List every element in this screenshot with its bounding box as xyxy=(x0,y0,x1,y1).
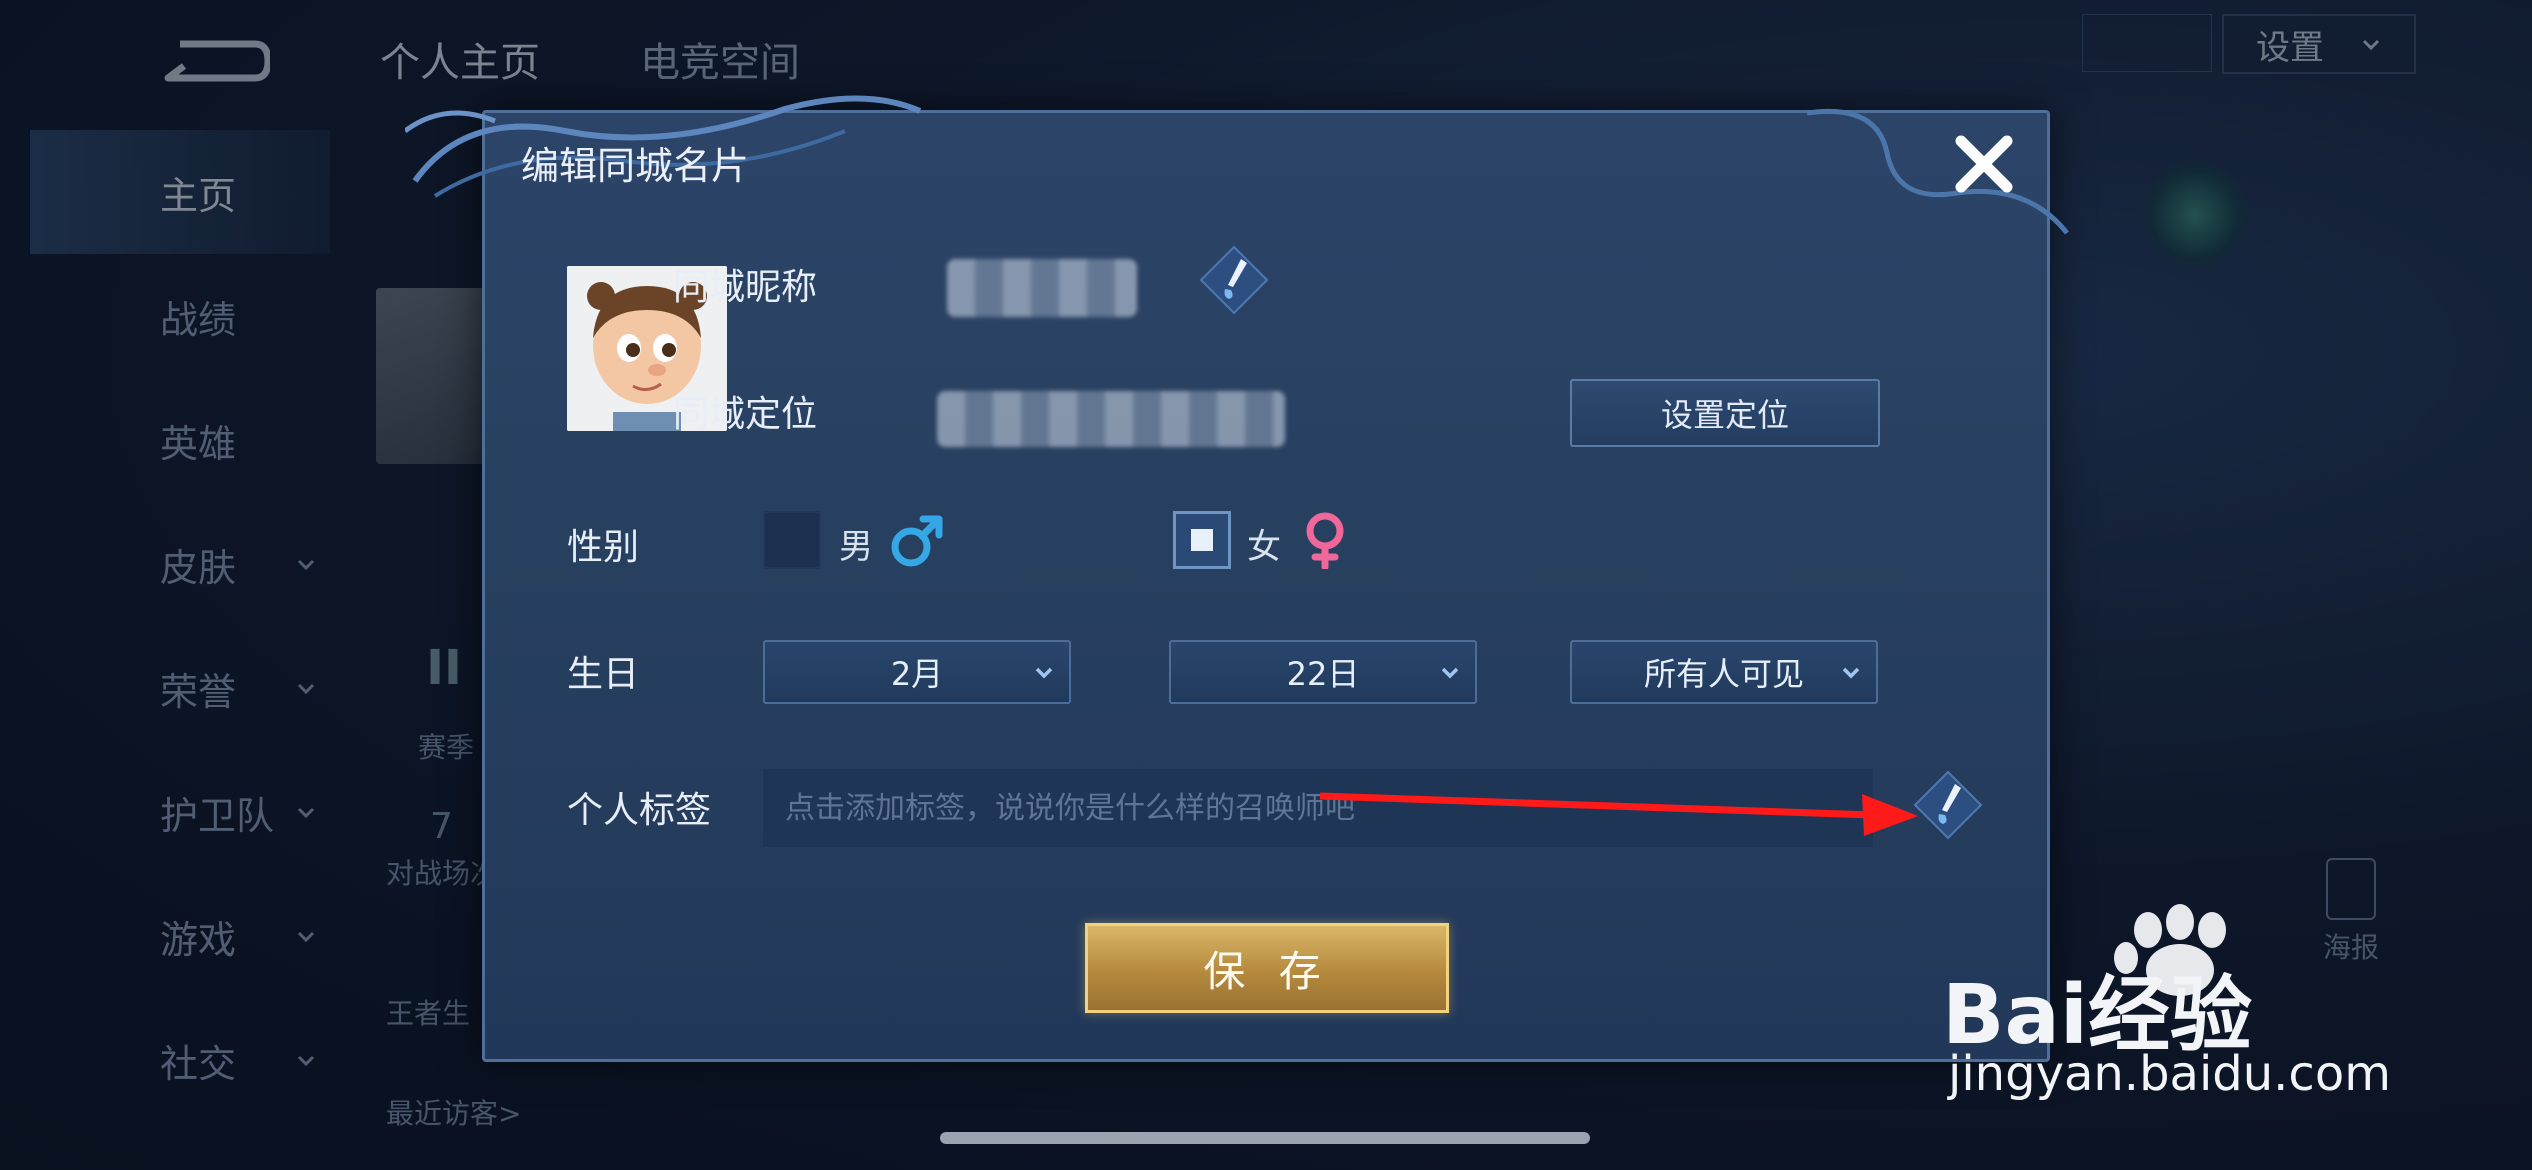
set-location-button[interactable]: 设置定位 xyxy=(1570,379,1880,447)
recent-visitors-link[interactable]: 最近访客> xyxy=(386,1092,521,1132)
sidebar-item-social[interactable]: 社交 xyxy=(0,998,330,1122)
male-symbol-icon xyxy=(891,515,943,567)
sidebar-item-label: 皮肤 xyxy=(160,545,237,590)
back-arrow-icon[interactable] xyxy=(160,36,270,86)
sidebar: 主页 战绩 英雄 皮肤 荣誉 护卫队 游戏 社交 xyxy=(0,130,330,1122)
birthday-label: 生日 xyxy=(567,654,640,695)
swirl-decoration xyxy=(1806,108,2069,235)
chevron-down-icon xyxy=(1441,667,1459,679)
top-tabs: 个人主页 电竞空间 xyxy=(380,30,800,88)
sidebar-item-heroes[interactable]: 英雄 xyxy=(0,378,330,502)
birthday-month-select[interactable]: 2月 xyxy=(763,640,1071,704)
chevron-down-icon xyxy=(297,931,315,943)
season-rank-icon: II xyxy=(426,640,462,696)
chevron-down-icon xyxy=(297,1055,315,1067)
sidebar-item-label: 护卫队 xyxy=(160,793,275,838)
edit-tag-icon[interactable] xyxy=(1913,770,1983,840)
sidebar-item-label: 荣誉 xyxy=(160,669,237,714)
sidebar-item-guard[interactable]: 护卫队 xyxy=(0,750,330,874)
chevron-down-icon xyxy=(297,559,315,571)
chevron-down-icon xyxy=(1035,667,1053,679)
gender-male-checkbox[interactable] xyxy=(763,511,821,569)
sidebar-item-label: 主页 xyxy=(160,173,237,218)
gender-label: 性别 xyxy=(567,527,640,568)
battle-count: 7 xyxy=(430,806,453,847)
sidebar-item-skins[interactable]: 皮肤 xyxy=(0,502,330,626)
sidebar-item-label: 社交 xyxy=(160,1041,237,1086)
sidebar-item-game[interactable]: 游戏 xyxy=(0,874,330,998)
season-label: 赛季 xyxy=(418,731,475,764)
orb-decoration xyxy=(2140,160,2250,270)
sidebar-item-home[interactable]: 主页 xyxy=(30,130,330,254)
gender-female-checkbox[interactable] xyxy=(1173,511,1231,569)
visibility-value: 所有人可见 xyxy=(1643,655,1804,693)
gender-male-label: 男 xyxy=(839,527,873,567)
female-symbol-icon xyxy=(1306,512,1344,569)
edit-nickname-icon[interactable] xyxy=(1199,245,1269,315)
settings-label: 设置 xyxy=(2256,27,2324,68)
chevron-down-icon xyxy=(2362,39,2380,51)
edit-city-card-dialog: 编辑同城名片 同城昵称 同城定位 设置定位 性别 男 女 生日 2月 22日 所… xyxy=(405,95,2069,1062)
sidebar-item-label: 战绩 xyxy=(160,297,237,342)
king-label: 王者生 xyxy=(386,997,471,1030)
nickname-value-blurred xyxy=(947,259,1137,317)
save-button[interactable]: 保 存 xyxy=(1085,923,1449,1013)
settings-dropdown[interactable]: 设置 xyxy=(2222,14,2416,74)
chevron-down-icon xyxy=(297,807,315,819)
gender-female-label: 女 xyxy=(1247,527,1281,567)
nickname-label: 同城昵称 xyxy=(673,267,818,308)
sidebar-item-label: 游戏 xyxy=(160,917,237,962)
home-indicator[interactable] xyxy=(940,1132,1590,1144)
birthday-month-value: 2月 xyxy=(890,655,944,693)
sidebar-item-record[interactable]: 战绩 xyxy=(0,254,330,378)
birthday-day-value: 22日 xyxy=(1286,655,1360,693)
tab-esports-space[interactable]: 电竞空间 xyxy=(640,30,800,88)
dialog-title: 编辑同城名片 xyxy=(521,144,750,188)
sidebar-item-honor[interactable]: 荣誉 xyxy=(0,626,330,750)
location-label: 同城定位 xyxy=(673,394,818,435)
birthday-visibility-select[interactable]: 所有人可见 xyxy=(1570,640,1878,704)
close-icon[interactable] xyxy=(1951,131,2017,197)
watermark-url: jingyan.baidu.com xyxy=(1948,1046,2391,1102)
personal-tag-input[interactable] xyxy=(763,769,1873,847)
chevron-down-icon xyxy=(1842,667,1860,679)
personal-tag-label: 个人标签 xyxy=(567,790,712,831)
chevron-down-icon xyxy=(297,683,315,695)
notice-badge[interactable] xyxy=(2082,14,2212,72)
location-value-blurred xyxy=(937,391,1285,447)
birthday-day-select[interactable]: 22日 xyxy=(1169,640,1477,704)
sidebar-item-label: 英雄 xyxy=(160,421,237,466)
tab-personal-home[interactable]: 个人主页 xyxy=(380,30,540,88)
